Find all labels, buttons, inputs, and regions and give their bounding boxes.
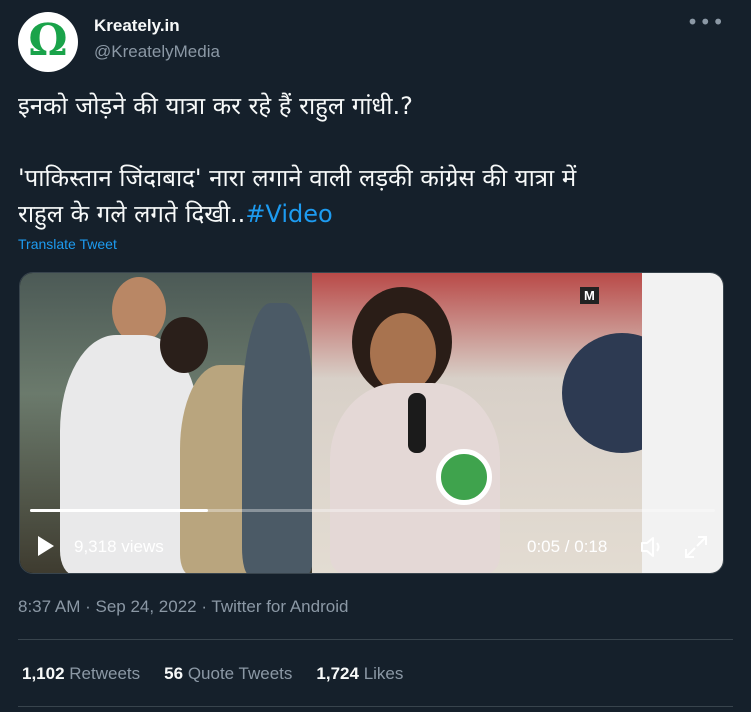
play-icon[interactable] — [38, 536, 54, 556]
likes-label: Likes — [363, 664, 404, 683]
video-player[interactable]: M 9,318 views 0:05 / 0:18 — [19, 272, 724, 574]
progress-fill — [30, 509, 209, 512]
divider — [18, 706, 733, 707]
quotes-count: 56 — [164, 664, 184, 683]
author-name[interactable]: Kreately.in — [94, 16, 180, 36]
green-badge — [436, 449, 492, 505]
likes-stat[interactable]: 1,724 Likes — [316, 664, 403, 684]
video-frame-right — [312, 273, 642, 573]
poster-circle — [562, 333, 642, 453]
view-count: 9,318 views — [74, 537, 164, 556]
tweet-text-line-2: 'पाकिस्तान जिंदाबाद' नारा लगाने वाली लड़… — [18, 164, 577, 192]
video-frame-edge — [642, 273, 723, 573]
speaker-face — [370, 313, 436, 393]
tweet-text-line-1: इनको जोड़ने की यात्रा कर रहे हैं राहुल ग… — [18, 92, 413, 120]
quote-tweets-stat[interactable]: 56 Quote Tweets — [164, 664, 292, 684]
video-frame-left — [20, 273, 312, 573]
translate-tweet-link[interactable]: Translate Tweet — [18, 236, 117, 252]
tweet-timestamp[interactable]: 8:37 AM · Sep 24, 2022 · Twitter for And… — [18, 597, 348, 617]
divider — [18, 639, 733, 640]
more-options-icon[interactable]: ••• — [687, 10, 725, 34]
video-time: 0:05 / 0:18 — [527, 537, 608, 556]
hashtag-link[interactable]: #Video — [245, 200, 332, 228]
kreately-logo: Ω — [28, 15, 68, 66]
fullscreen-icon[interactable] — [682, 533, 710, 561]
author-handle[interactable]: @KreatelyMedia — [94, 42, 220, 62]
retweets-count: 1,102 — [22, 664, 65, 683]
likes-count: 1,724 — [316, 664, 359, 683]
guard-body — [242, 303, 312, 573]
tweet-text-line-3-body: राहुल के गले लगते दिखी.. — [18, 200, 246, 228]
retweets-label: Retweets — [69, 664, 141, 683]
retweets-stat[interactable]: 1,102 Retweets — [22, 664, 140, 684]
microphone — [408, 393, 426, 453]
watermark: M — [580, 287, 599, 304]
person-head — [112, 277, 166, 343]
quotes-label: Quote Tweets — [187, 664, 293, 683]
avatar[interactable]: Ω — [18, 12, 78, 72]
progress-bar[interactable] — [30, 509, 715, 512]
girl-head — [160, 317, 208, 373]
tweet-text-line-3: राहुल के गले लगते दिखी..#Video — [18, 196, 733, 232]
engagement-stats: 1,102 Retweets 56 Quote Tweets 1,724 Lik… — [22, 664, 403, 684]
volume-icon[interactable] — [638, 533, 666, 561]
